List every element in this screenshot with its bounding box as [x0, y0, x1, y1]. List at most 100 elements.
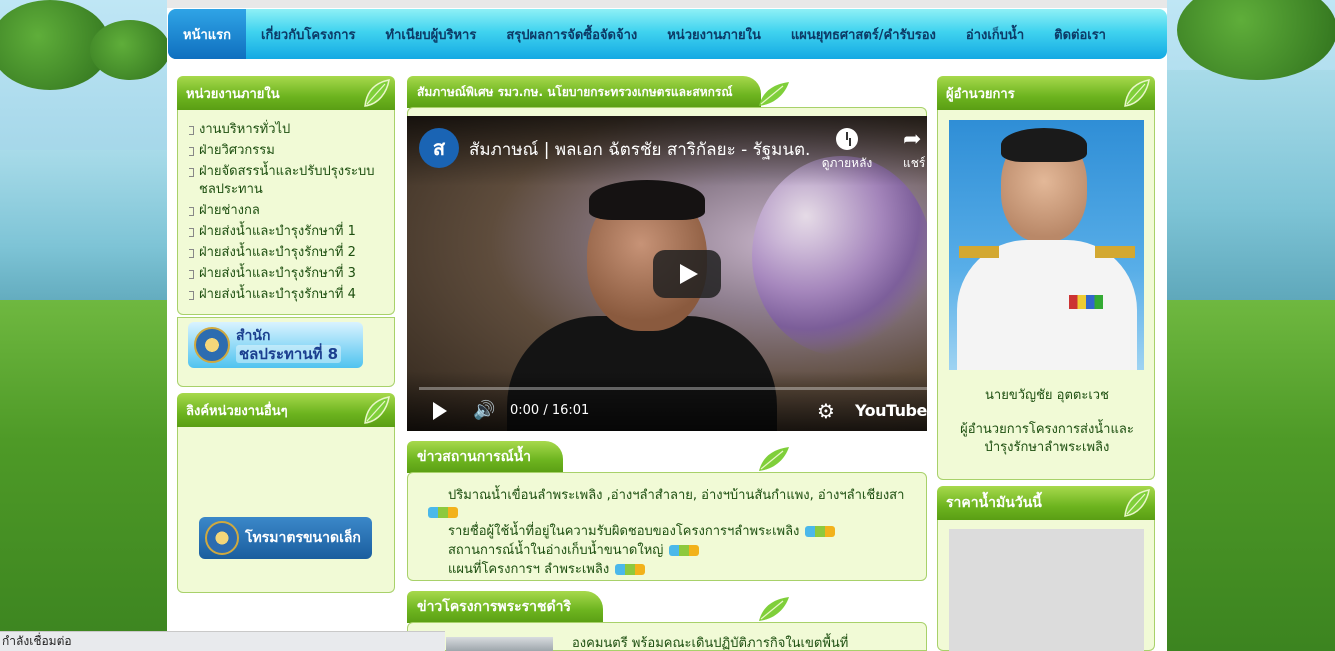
- leaf-icon: [759, 447, 789, 471]
- news-link[interactable]: แผนที่โครงการฯ ลำพระเพลิง: [448, 562, 609, 577]
- list-item[interactable]: รายชื่อผู้ใช้น้ำที่อยู่ในความรับผิดชอบขอ…: [422, 523, 918, 540]
- site-container: หน้าแรก เกี่ยวกับโครงการ ทำเนียบผู้บริหา…: [167, 0, 1167, 651]
- director-body: นายขวัญชัย อุตตะเวช ผู้อำนวยการโครงการส่…: [937, 110, 1155, 480]
- leaf-icon: [759, 597, 789, 621]
- leaf-icon: [364, 79, 390, 107]
- rid-seal-icon: [205, 521, 239, 555]
- royal-news-header: ข่าวโครงการพระราชดำริ: [407, 591, 927, 623]
- telemetry-banner[interactable]: โทรมาตรขนาดเล็ก: [199, 517, 372, 559]
- interview-header: สัมภาษณ์พิเศษ รมว.กษ. นโยบายกระทรวงเกษตร…: [407, 76, 927, 108]
- director-title: ผู้อำนวยการ: [946, 86, 1015, 102]
- list-item[interactable]: ปริมาณน้ำเขื่อนลำพระเพลิง ,อ่างฯลำสำลาย,…: [422, 487, 918, 521]
- water-news-tab: ข่าวสถานการณ์น้ำ: [407, 441, 564, 473]
- clock-icon: [836, 128, 858, 150]
- list-item[interactable]: งานบริหารทั่วไป: [186, 120, 386, 141]
- news-link[interactable]: สถานการณ์น้ำในอ่างเก็บน้ำขนาดใหญ่: [448, 543, 663, 558]
- share-icon: ➦: [903, 128, 922, 152]
- rid-seal-icon: [194, 327, 230, 363]
- grass-field: [0, 300, 167, 651]
- list-item[interactable]: ฝ่ายส่งน้ำและบำรุงรักษาที่ 3: [186, 264, 386, 285]
- leaf-icon: [759, 82, 789, 106]
- list-item[interactable]: สถานการณ์น้ำในอ่างเก็บน้ำขนาดใหญ่: [422, 542, 918, 559]
- new-badge-icon: [428, 507, 458, 518]
- director-ribbons: [1069, 295, 1103, 309]
- lake-water: [0, 150, 167, 310]
- nav-internal-units[interactable]: หน่วยงานภายใน: [652, 9, 776, 59]
- nav-procurement[interactable]: สรุปผลการจัดซื้อจัดจ้าง: [491, 9, 652, 59]
- news-link[interactable]: รายชื่อผู้ใช้น้ำที่อยู่ในความรับผิดชอบขอ…: [448, 524, 799, 539]
- nav-reservoirs[interactable]: อ่างเก็บน้ำ: [951, 9, 1039, 59]
- video-person-hair: [589, 180, 705, 220]
- internal-units-title: หน่วยงานภายใน: [186, 86, 280, 102]
- news-link[interactable]: ปริมาณน้ำเขื่อนลำพระเพลิง ,อ่างฯลำสำลาย,…: [448, 488, 904, 503]
- nav-about[interactable]: เกี่ยวกับโครงการ: [246, 9, 371, 59]
- rid8-banner[interactable]: สำนัก ชลประทานที่ 8: [188, 322, 363, 368]
- director-box: ผู้อำนวยการ นายขวัญชัย อุตตะเวช ผู้อำนวย…: [937, 76, 1155, 480]
- telemetry-label: โทรมาตรขนาดเล็ก: [245, 530, 361, 546]
- list-item[interactable]: แผนที่โครงการฯ ลำพระเพลิง: [422, 561, 918, 578]
- video-flowers: [752, 156, 927, 356]
- oil-price-widget: [949, 529, 1144, 651]
- nav-executives[interactable]: ทำเนียบผู้บริหาร: [371, 9, 492, 59]
- oil-price-body: [937, 520, 1155, 651]
- grass-field: [1167, 300, 1335, 651]
- director-photo: [949, 120, 1144, 370]
- list-item[interactable]: ฝ่ายส่งน้ำและบำรุงรักษาที่ 2: [186, 243, 386, 264]
- water-news-body: ปริมาณน้ำเขื่อนลำพระเพลิง ,อ่างฯลำสำลาย,…: [407, 472, 927, 581]
- leaf-icon: [1124, 79, 1150, 107]
- links-title: ลิงค์หน่วยงานอื่นๆ: [186, 403, 288, 419]
- director-name: นายขวัญชัย อุตตะเวช: [985, 388, 1109, 403]
- video-title[interactable]: สัมภาษณ์ | พลเอก ฉัตรชัย สาริกัลยะ - รัฐ…: [469, 136, 809, 163]
- director-shoulder-mark: [959, 246, 999, 258]
- list-item[interactable]: ฝ่ายส่งน้ำและบำรุงรักษาที่ 4: [186, 285, 386, 306]
- youtube-logo[interactable]: YouTube: [855, 401, 927, 420]
- list-item[interactable]: ฝ่ายวิศวกรรม: [186, 141, 386, 162]
- water-news-header: ข่าวสถานการณ์น้ำ: [407, 441, 927, 473]
- play-button-large[interactable]: [653, 250, 721, 298]
- oil-price-box: ราคาน้ำมันวันนี้: [937, 486, 1155, 651]
- royal-news-link[interactable]: องคมนตรี พร้อมคณะเดินปฏิบัติภารกิจในเขตพ…: [572, 632, 848, 651]
- royal-news-thumbnail[interactable]: [446, 637, 553, 651]
- rid8-line1: สำนัก: [236, 328, 271, 344]
- royal-news-body: องคมนตรี พร้อมคณะเดินปฏิบัติภารกิจในเขตพ…: [407, 622, 927, 651]
- background-scenery-left: [0, 0, 167, 651]
- director-shoulder-mark: [1095, 246, 1135, 258]
- share-label: แชร์: [903, 156, 926, 170]
- director-uniform: [957, 240, 1137, 370]
- list-item[interactable]: ฝ่ายช่างกล: [186, 201, 386, 222]
- royal-news-title: ข่าวโครงการพระราชดำริ: [417, 599, 572, 615]
- tree-decoration: [90, 20, 167, 80]
- youtube-video[interactable]: ส สัมภาษณ์ | พลเอก ฉัตรชัย สาริกัลยะ - ร…: [407, 116, 927, 431]
- leaf-icon: [1124, 489, 1150, 517]
- rid8-banner-box: สำนัก ชลประทานที่ 8: [177, 317, 395, 387]
- internal-units-box: หน่วยงานภายใน งานบริหารทั่วไป ฝ่ายวิศวกร…: [177, 76, 395, 315]
- video-time: 0:00 / 16:01: [510, 403, 590, 418]
- play-icon[interactable]: [433, 402, 447, 420]
- links-body: โทรมาตรขนาดเล็ก: [177, 427, 395, 593]
- interview-tab: สัมภาษณ์พิเศษ รมว.กษ. นโยบายกระทรวงเกษตร…: [407, 76, 761, 108]
- director-position: ผู้อำนวยการโครงการส่งน้ำและบำรุงรักษาลำพ…: [960, 422, 1134, 455]
- nav-contact[interactable]: ติดต่อเรา: [1039, 9, 1121, 59]
- director-hair: [1001, 128, 1087, 162]
- watch-later-label: ดูภายหลัง: [821, 156, 873, 170]
- water-news-title: ข่าวสถานการณ์น้ำ: [417, 449, 532, 465]
- watch-later-button[interactable]: ดูภายหลัง: [815, 128, 879, 173]
- interview-title: สัมภาษณ์พิเศษ รมว.กษ. นโยบายกระทรวงเกษตร…: [417, 84, 733, 99]
- list-item[interactable]: ฝ่ายจัดสรรน้ำและปรับปรุงระบบชลประทาน: [186, 162, 386, 201]
- share-button[interactable]: ➦ แชร์: [903, 128, 927, 173]
- settings-gear-icon[interactable]: ⚙: [817, 399, 835, 423]
- volume-icon[interactable]: 🔊: [473, 400, 495, 422]
- nav-strategy[interactable]: แผนยุทธศาสตร์/คำรับรอง: [776, 9, 951, 59]
- channel-logo-icon[interactable]: ส: [419, 128, 459, 168]
- list-item[interactable]: ฝ่ายส่งน้ำและบำรุงรักษาที่ 1: [186, 222, 386, 243]
- video-progress-bar[interactable]: [419, 387, 927, 390]
- main-nav: หน้าแรก เกี่ยวกับโครงการ ทำเนียบผู้บริหา…: [168, 9, 1167, 59]
- leaf-icon: [364, 396, 390, 424]
- links-box: ลิงค์หน่วยงานอื่นๆ โทรมาตรขนาดเล็ก: [177, 393, 395, 593]
- nav-home[interactable]: หน้าแรก: [168, 9, 246, 59]
- links-header: ลิงค์หน่วยงานอื่นๆ: [177, 393, 395, 427]
- internal-units-list: งานบริหารทั่วไป ฝ่ายวิศวกรรม ฝ่ายจัดสรรน…: [178, 110, 394, 306]
- browser-status-bar: กำลังเชื่อมต่อ: [0, 631, 445, 651]
- director-header: ผู้อำนวยการ: [937, 76, 1155, 110]
- lake-water: [1167, 70, 1335, 300]
